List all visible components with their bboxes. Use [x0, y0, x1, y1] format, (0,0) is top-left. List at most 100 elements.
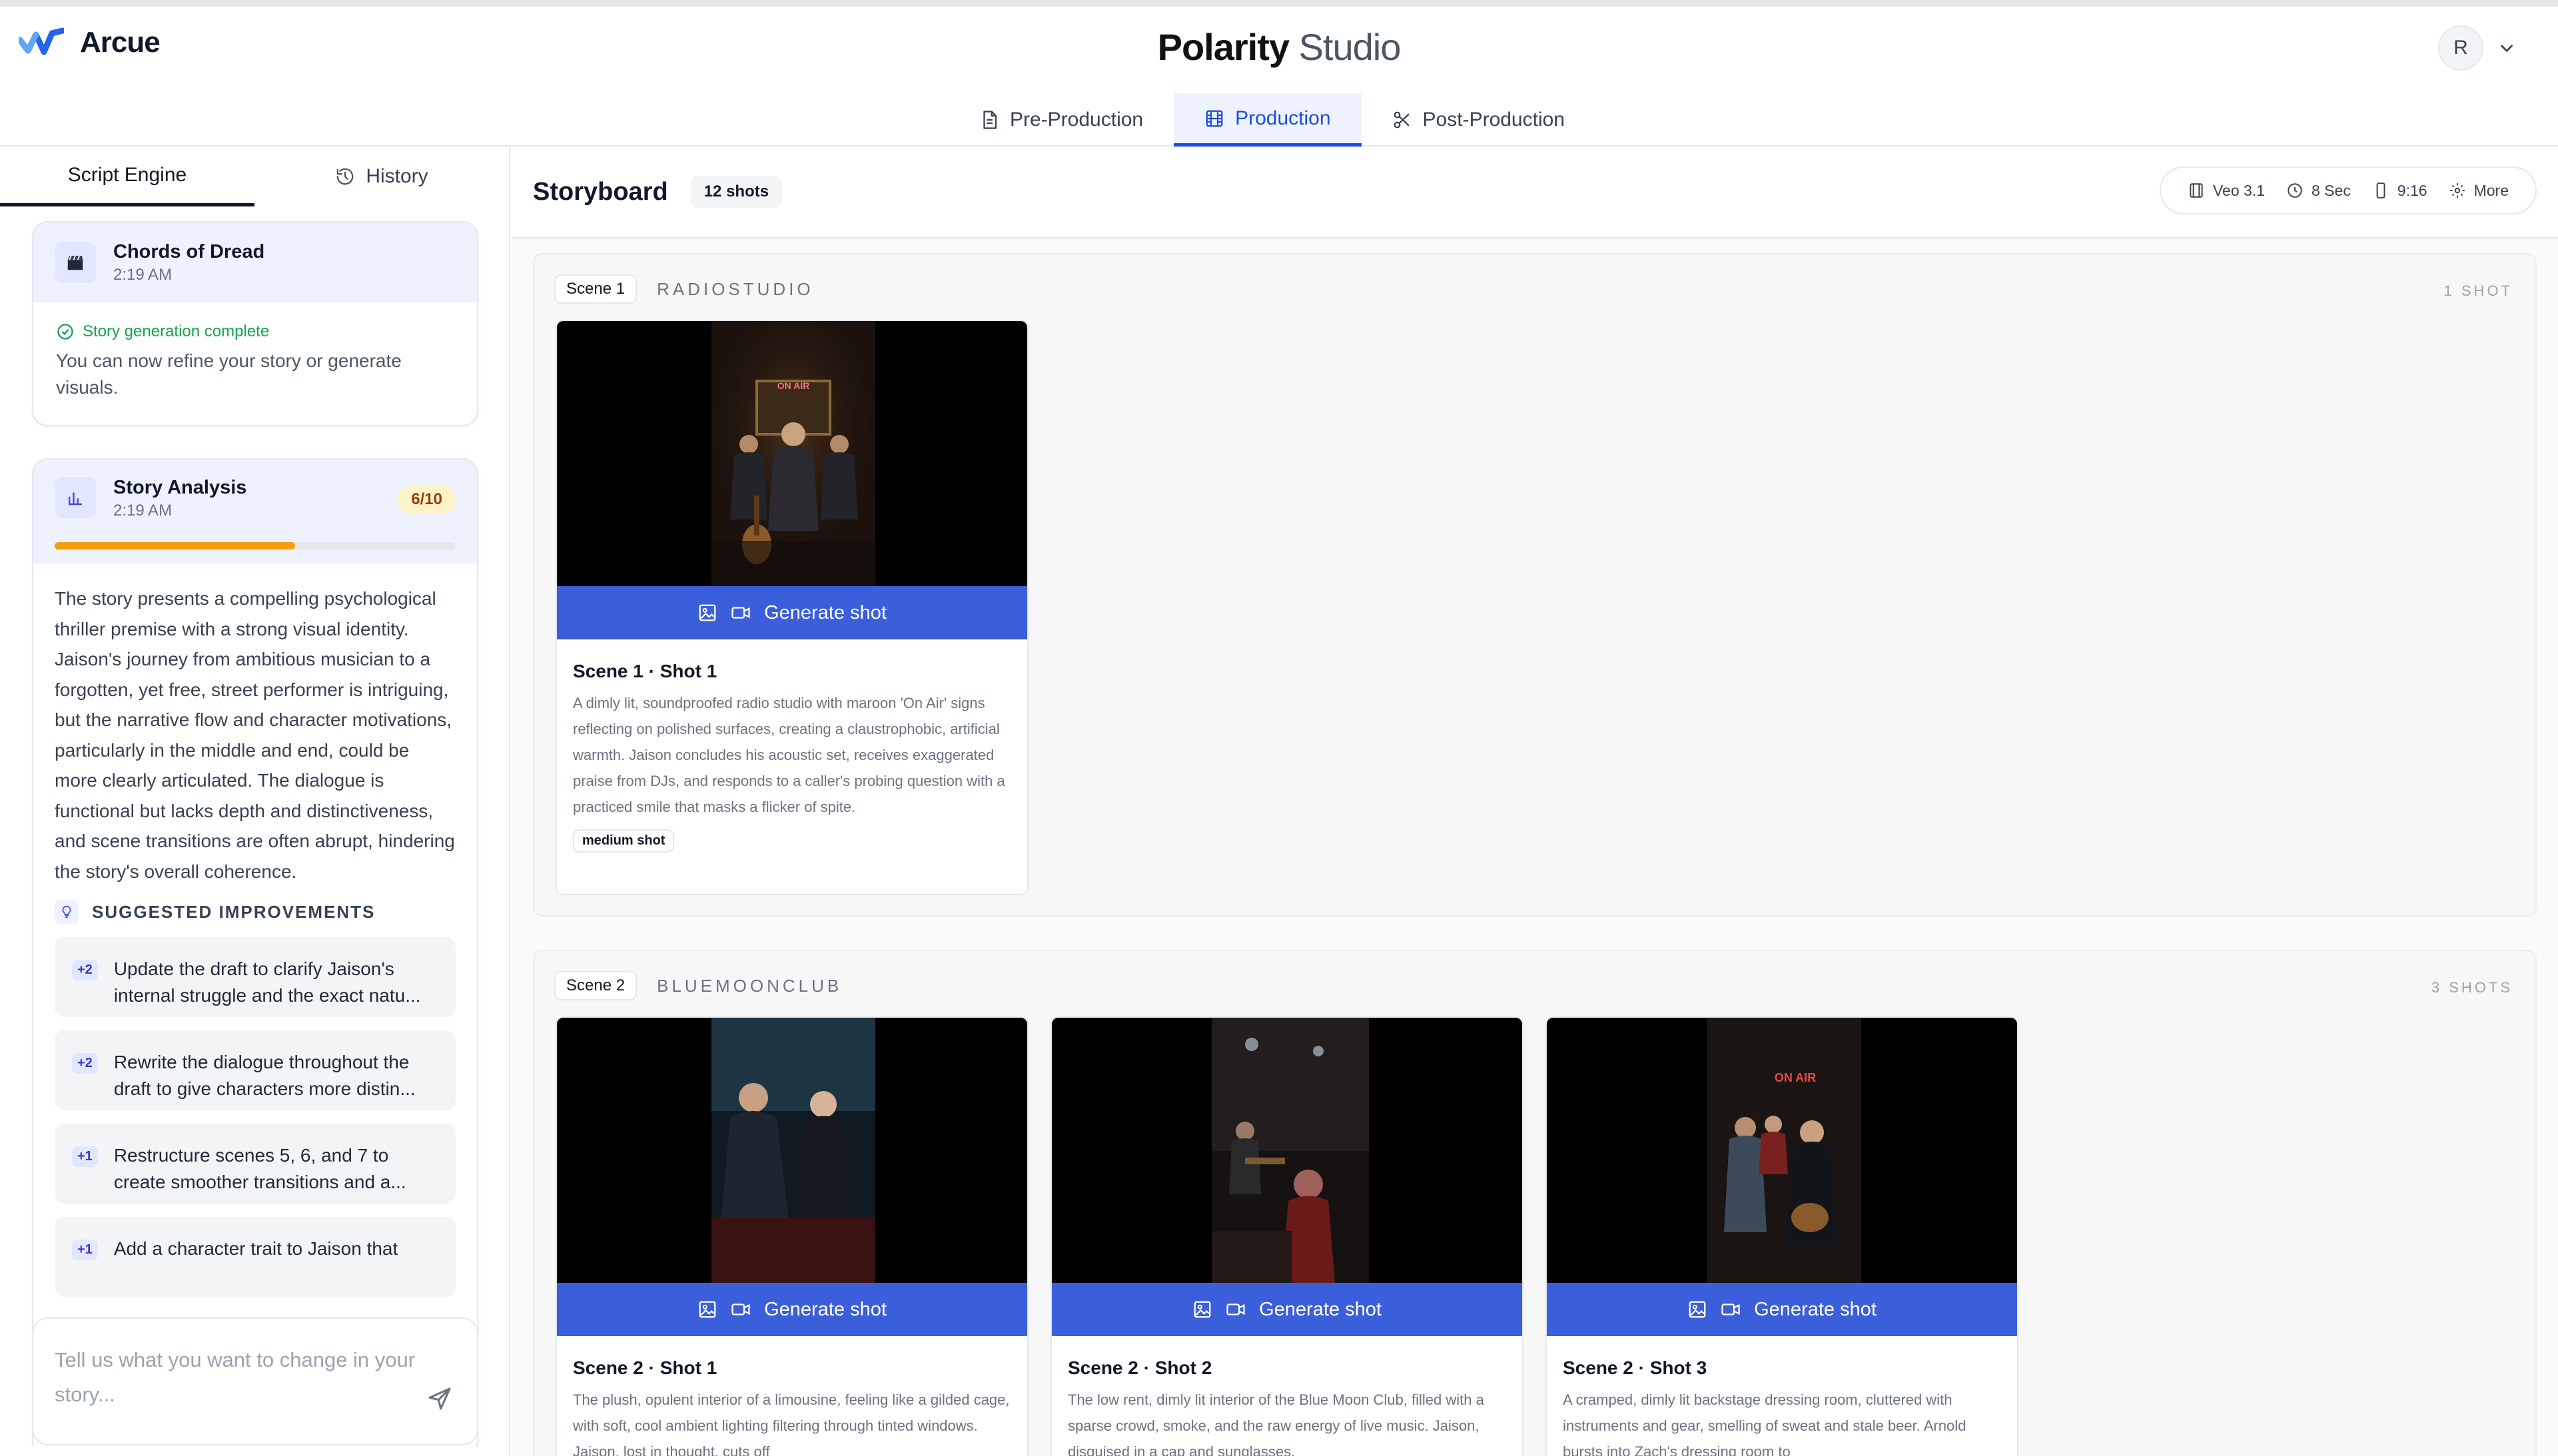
shot-description: A cramped, dimly lit backstage dressing … — [1563, 1391, 1966, 1456]
video-icon — [731, 1303, 750, 1315]
generate-shot-label: Generate shot — [1754, 1298, 1877, 1320]
story-card-header: Chords of Dread 2:19 AM — [33, 222, 477, 302]
scene-shot-count: 3 SHOTS — [2431, 979, 2513, 996]
tab-production[interactable]: Production — [1174, 93, 1362, 147]
suggestion-text: Restructure scenes 5, 6, and 7 to create… — [113, 1145, 406, 1192]
shot-description: The plush, opulent interior of a limousi… — [573, 1391, 1010, 1456]
story-change-input[interactable] — [55, 1343, 428, 1423]
tab-label: Script Engine — [67, 163, 187, 186]
on-air-sign: ON AIR — [1775, 1071, 1816, 1084]
score-progress-fill — [55, 542, 296, 549]
send-icon[interactable] — [426, 1385, 453, 1412]
chat-scroll-area[interactable]: Chords of Dread 2:19 AM Story generation… — [0, 208, 510, 1447]
user-menu[interactable]: R — [2438, 25, 2515, 71]
analysis-text: The story presents a compelling psycholo… — [55, 588, 455, 882]
backstage-image: ON AIR — [1547, 1018, 2017, 1283]
image-icon — [1194, 1301, 1211, 1318]
model-option[interactable]: Veo 3.1 — [2177, 182, 2276, 200]
suggestion-item[interactable]: +1 Restructure scenes 5, 6, and 7 to cre… — [55, 1124, 456, 1204]
analysis-title: Story Analysis — [113, 477, 247, 498]
storyboard-panel: Storyboard 12 shots Veo 3.1 8 Sec 9:16 M… — [512, 147, 2558, 1456]
story-card-heading: Chords of Dread 2:19 AM — [113, 241, 264, 284]
suggestion-badge: +2 — [72, 1053, 98, 1074]
scene-location: BLUEMOONCLUB — [657, 975, 843, 996]
film-icon — [2190, 183, 2203, 198]
generate-shot-button[interactable]: Generate shot — [1052, 1283, 1522, 1336]
generate-shot-label: Generate shot — [1259, 1298, 1382, 1320]
avatar[interactable]: R — [2438, 25, 2483, 71]
aspect-ratio-option[interactable]: 9:16 — [2361, 182, 2438, 200]
shot-card[interactable]: Generate shot Scene 2 · Shot 1 The plush… — [556, 1016, 1029, 1456]
suggestions-heading: SUGGESTED IMPROVEMENTS — [55, 900, 456, 924]
story-card: Chords of Dread 2:19 AM Story generation… — [32, 221, 478, 426]
scene-location: RADIOSTUDIO — [657, 278, 814, 299]
score-progress-bar — [55, 542, 456, 549]
option-label: More — [2473, 181, 2509, 199]
analysis-timestamp: 2:19 AM — [113, 502, 173, 520]
duration-option[interactable]: 8 Sec — [2276, 182, 2361, 200]
shot-title: Scene 2 · Shot 3 — [1563, 1357, 1707, 1378]
video-icon — [1226, 1303, 1245, 1315]
suggestion-badge: +2 — [72, 960, 98, 980]
lightbulb-icon — [55, 900, 79, 924]
story-timestamp: 2:19 AM — [113, 265, 173, 284]
suggestion-badge: +1 — [72, 1240, 98, 1260]
limousine-image — [557, 1018, 1027, 1283]
story-title: Chords of Dread — [113, 240, 265, 262]
club-image — [1052, 1018, 1522, 1283]
bar-chart-icon — [55, 477, 96, 518]
film-icon — [1206, 110, 1223, 127]
tab-post-production[interactable]: Post-Production — [1362, 93, 1595, 147]
production-tabs: Pre-Production Production Post-Productio… — [949, 93, 1595, 147]
tab-pre-production[interactable]: Pre-Production — [949, 93, 1174, 147]
shot-thumbnail[interactable] — [557, 1018, 1027, 1283]
suggestion-item[interactable]: +2 Rewrite the dialogue throughout the d… — [55, 1030, 456, 1110]
image-icon — [1689, 1301, 1706, 1318]
generate-shot-button[interactable]: Generate shot — [1547, 1283, 2017, 1336]
tab-history[interactable]: History — [254, 147, 509, 206]
chevron-down-icon[interactable] — [2498, 39, 2515, 57]
shot-title: Scene 1 · Shot 1 — [573, 661, 717, 681]
score-badge: 6/10 — [398, 485, 456, 514]
image-icon — [699, 1301, 716, 1318]
tab-label: Post-Production — [1422, 109, 1565, 131]
top-border — [0, 0, 2558, 7]
suggestions-heading-text: SUGGESTED IMPROVEMENTS — [92, 901, 376, 922]
phone-icon — [2376, 182, 2385, 198]
suggestion-item[interactable]: +1 Add a character trait to Jaison that — [55, 1217, 456, 1297]
scene-label: Scene 1 — [554, 274, 638, 304]
check-circle-icon — [57, 324, 73, 340]
app-title-light: Studio — [1298, 26, 1402, 68]
analysis-card-heading: Story Analysis 2:19 AM — [113, 477, 246, 520]
shot-card[interactable]: ON AIR Generate shot Scene 1 · Shot 1 A … — [556, 320, 1029, 895]
scene-label: Scene 2 — [554, 971, 638, 1000]
generation-options: Veo 3.1 8 Sec 9:16 More — [2159, 167, 2537, 214]
clapperboard-icon — [55, 242, 96, 283]
generate-shot-button[interactable]: Generate shot — [557, 1283, 1027, 1336]
tab-script-engine[interactable]: Script Engine — [0, 147, 254, 206]
status-message: Story generation complete — [56, 322, 454, 341]
more-options[interactable]: More — [2438, 182, 2519, 200]
shot-card[interactable]: Generate shot Scene 2 · Shot 2 The low r… — [1051, 1016, 1523, 1456]
shot-card[interactable]: ON AIR Generate shot Scene 2 · Shot 3 A … — [1545, 1016, 2018, 1456]
storyboard-header: Storyboard 12 shots — [533, 176, 783, 208]
suggestion-text: Add a character trait to Jaison that — [113, 1238, 398, 1259]
app-window: Arcue Polarity Studio R Pre-Production P… — [0, 0, 2558, 1456]
shot-thumbnail[interactable]: ON AIR — [1547, 1018, 2017, 1283]
shot-thumbnail[interactable]: ON AIR — [557, 321, 1027, 586]
history-icon — [336, 168, 354, 185]
analysis-card-header: Story Analysis 2:19 AM 6/10 — [33, 460, 477, 563]
storyboard-content[interactable]: Scene 1 RADIOSTUDIO 1 SHOT ON AIR Genera… — [512, 237, 2558, 1456]
scissors-icon — [1394, 111, 1410, 129]
panel-tabs: Script Engine History — [0, 147, 509, 206]
shot-thumbnail[interactable] — [1052, 1018, 1522, 1283]
radio-studio-image: ON AIR — [557, 321, 1027, 586]
scene-shot-count: 1 SHOT — [2443, 282, 2513, 299]
generate-shot-button[interactable]: Generate shot — [557, 586, 1027, 639]
scene-header: Scene 1 RADIOSTUDIO — [554, 274, 814, 304]
document-icon — [983, 111, 997, 129]
suggestion-item[interactable]: +2 Update the draft to clarify Jaison's … — [55, 937, 456, 1017]
status-text: Story generation complete — [83, 322, 270, 340]
option-label: 9:16 — [2397, 181, 2427, 199]
video-icon — [731, 607, 750, 619]
